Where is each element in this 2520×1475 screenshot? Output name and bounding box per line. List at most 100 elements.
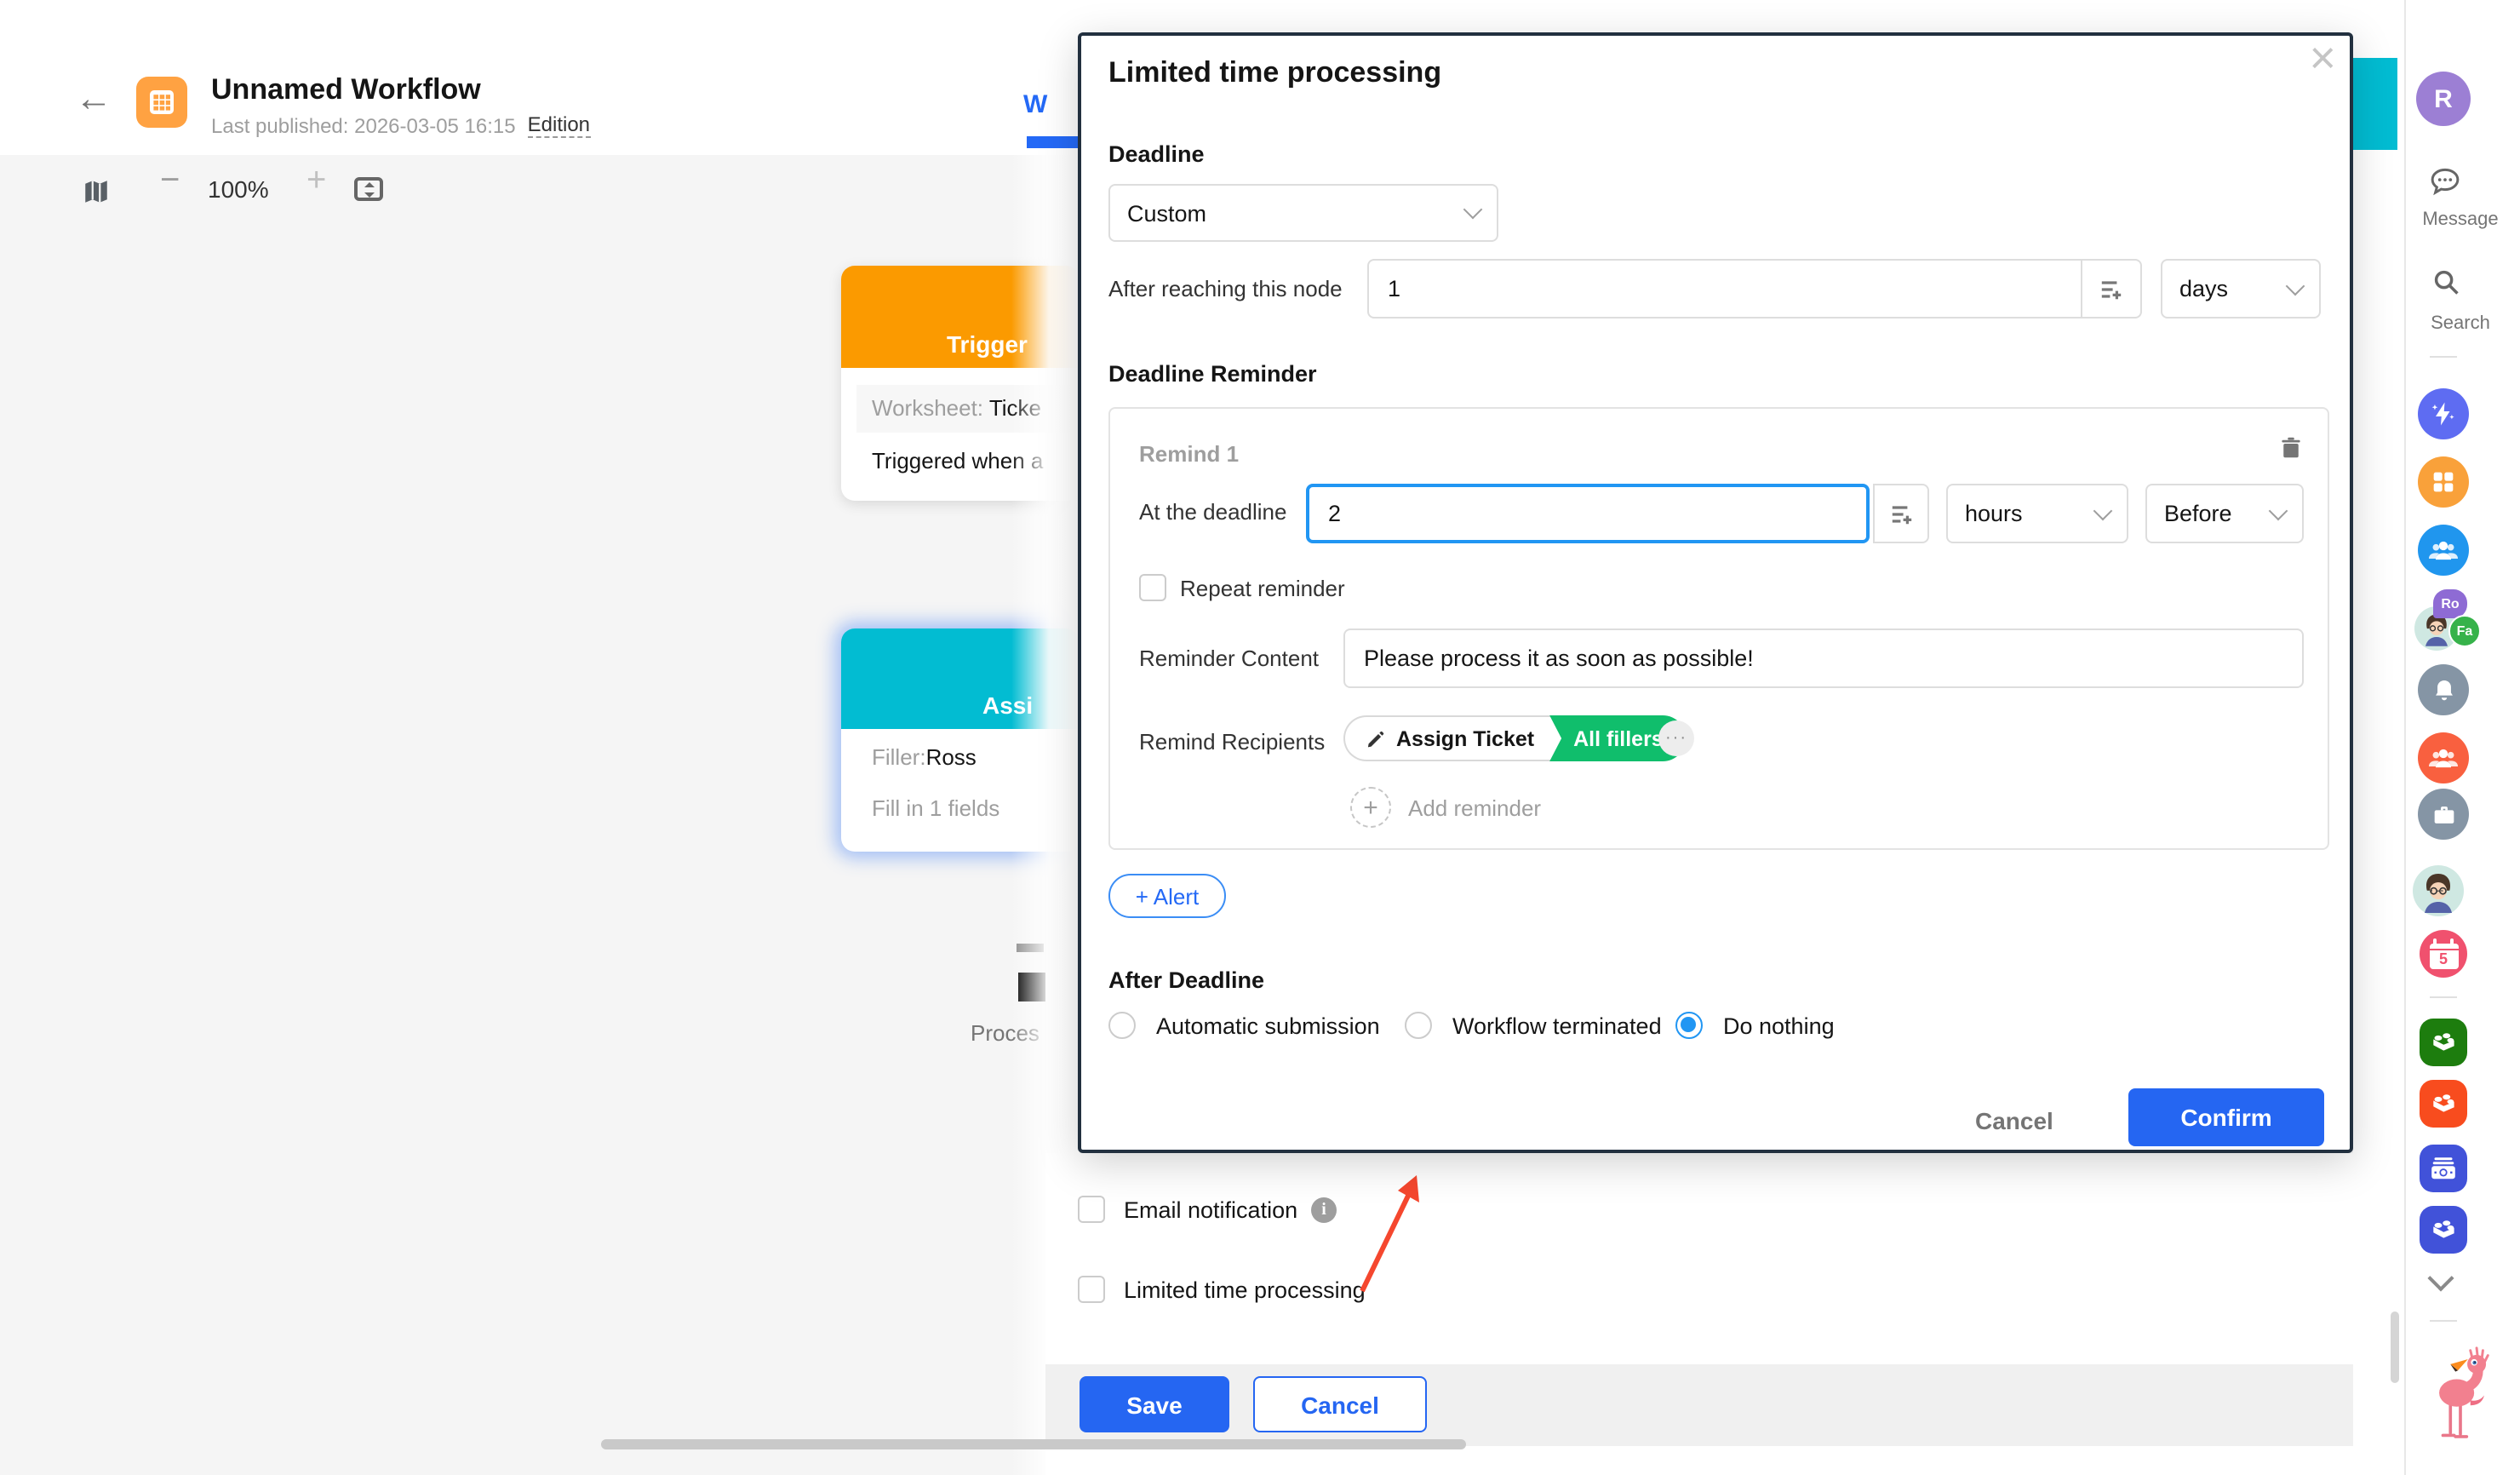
right-sidebar: R Message Search <box>2404 0 2520 1475</box>
remind-recipients-label: Remind Recipients <box>1139 729 1325 755</box>
after-deadline-heading: After Deadline <box>1108 967 1264 993</box>
grid-icon <box>146 87 177 118</box>
chevron-down-icon <box>2093 501 2113 520</box>
fit-view-icon[interactable] <box>354 177 383 201</box>
panel-footer: Save Cancel <box>1045 1364 2404 1446</box>
recipient-node-name: Assign Ticket <box>1396 726 1534 750</box>
radio-workflow-terminated-label[interactable]: Workflow terminated <box>1452 1013 1662 1039</box>
limited-time-label: Limited time processing <box>1124 1277 1366 1303</box>
filler-label: Filler: <box>872 744 926 770</box>
radio-automatic-submission-label[interactable]: Automatic submission <box>1156 1013 1380 1039</box>
deadline-field-button[interactable] <box>2082 259 2142 319</box>
profile-avatar-photo[interactable] <box>2413 865 2464 916</box>
team-avatars-cluster[interactable]: Ro Fa <box>2413 589 2481 657</box>
radio-do-nothing-label[interactable]: Do nothing <box>1723 1013 1835 1039</box>
node-settings-panel: Email notification i Limited time proces… <box>1045 1153 2404 1475</box>
remind-field-button[interactable] <box>1873 484 1929 543</box>
badge-ro: Ro <box>2433 589 2467 618</box>
confirm-button[interactable]: Confirm <box>2128 1088 2324 1146</box>
remind-row-label: At the deadline <box>1139 499 1286 525</box>
remind-group-title: Remind 1 <box>1139 441 1239 467</box>
drawer-right-sliver <box>2353 0 2404 1475</box>
modal-cancel-button[interactable]: Cancel <box>1975 1107 2053 1134</box>
back-icon[interactable]: ← <box>75 80 112 118</box>
panel-cancel-button[interactable]: Cancel <box>1253 1376 1427 1432</box>
calendar-day: 5 <box>2429 950 2458 968</box>
active-tab-underline <box>1027 136 1080 148</box>
remind-value-input[interactable] <box>1306 484 1870 543</box>
modal-title: Limited time processing <box>1108 56 1441 90</box>
message-icon[interactable] <box>2426 164 2464 208</box>
info-icon[interactable]: i <box>1311 1197 1337 1223</box>
schedule-calendar-icon[interactable]: 5 <box>2420 930 2467 978</box>
automation-app-icon[interactable] <box>2418 388 2469 439</box>
remind-unit-select[interactable]: hours <box>1946 484 2128 543</box>
finance-app-icon[interactable] <box>2420 1145 2467 1192</box>
pencil-icon <box>1366 728 1386 749</box>
repeat-reminder-checkbox[interactable] <box>1139 574 1166 601</box>
zoom-out-button[interactable]: − <box>160 162 180 201</box>
contacts-red-icon[interactable] <box>2418 732 2469 783</box>
repeat-reminder-label: Repeat reminder <box>1180 576 1345 601</box>
reminder-heading: Deadline Reminder <box>1108 361 1317 387</box>
zoom-level: 100% <box>208 175 269 203</box>
plugin-blue-icon[interactable] <box>2420 1206 2467 1254</box>
search-label: Search <box>2403 313 2518 334</box>
notifications-bell-icon[interactable] <box>2418 664 2469 715</box>
reminder-content-label: Reminder Content <box>1139 646 1319 671</box>
filler-value: Ross <box>926 744 976 770</box>
save-button[interactable]: Save <box>1080 1376 1229 1432</box>
remind-unit-value: hours <box>1965 501 2023 526</box>
zoom-in-button[interactable]: + <box>306 162 326 201</box>
search-icon[interactable] <box>2430 266 2462 307</box>
remind-direction-select[interactable]: Before <box>2145 484 2304 543</box>
minimap-icon[interactable] <box>82 177 111 215</box>
horizontal-scrollbar[interactable] <box>601 1439 1466 1449</box>
briefcase-icon[interactable] <box>2418 789 2469 840</box>
remind-direction-value: Before <box>2164 501 2232 526</box>
add-reminder-icon[interactable]: + <box>1350 787 1391 828</box>
radio-workflow-terminated[interactable] <box>1405 1012 1432 1039</box>
worksheet-label: Worksheet: <box>856 395 983 421</box>
recipient-tag[interactable]: Assign Ticket All fillers <box>1343 715 1686 761</box>
deadline-type-select[interactable]: Custom <box>1108 184 1498 242</box>
close-icon[interactable]: × <box>2309 32 2336 85</box>
add-alert-button[interactable]: + Alert <box>1108 874 1226 918</box>
limited-time-modal: × Limited time processing Deadline Custo… <box>1078 32 2353 1153</box>
deadline-row-label: After reaching this node <box>1108 276 1343 301</box>
radio-do-nothing[interactable] <box>1675 1012 1703 1039</box>
email-notification-checkbox[interactable] <box>1078 1196 1105 1223</box>
user-avatar[interactable]: R <box>2416 72 2471 126</box>
plugin-red-icon[interactable] <box>2420 1080 2467 1128</box>
deadline-type-value: Custom <box>1127 200 1206 226</box>
sidebar-divider <box>2430 996 2457 998</box>
limited-time-checkbox[interactable] <box>1078 1276 1105 1303</box>
page-title: Unnamed Workflow <box>211 73 481 107</box>
sidebar-divider <box>2430 356 2457 358</box>
hidden-header-button-fragment <box>2350 58 2397 150</box>
assign-description: Fill in 1 fields <box>872 795 999 821</box>
remind-group: Remind 1 At the deadline hours Before Re… <box>1108 407 2329 850</box>
apps-grid-icon[interactable] <box>2418 456 2469 508</box>
plugin-green-icon[interactable] <box>2420 1019 2467 1066</box>
chevron-down-icon <box>2286 276 2305 296</box>
deadline-unit-select[interactable]: days <box>2161 259 2321 319</box>
deadline-value-input[interactable] <box>1367 259 2082 319</box>
contacts-blue-icon[interactable] <box>2418 525 2469 576</box>
more-recipients-button[interactable]: ··· <box>1658 720 1694 756</box>
chevron-down-icon <box>2269 501 2288 520</box>
reminder-content-input[interactable] <box>1343 628 2304 688</box>
radio-automatic-submission[interactable] <box>1108 1012 1136 1039</box>
email-notification-label: Email notification <box>1124 1197 1297 1223</box>
tab-workflow-partial[interactable]: W <box>1023 90 1047 119</box>
edition-link[interactable]: Edition <box>528 112 590 138</box>
panel-scrollbar[interactable] <box>2391 1311 2399 1383</box>
chevron-down-icon[interactable] <box>2431 1269 2450 1288</box>
add-field-icon <box>2098 275 2125 302</box>
trash-icon[interactable] <box>2278 434 2304 470</box>
chevron-down-icon <box>1463 200 1483 220</box>
workflow-app-icon <box>136 77 187 128</box>
recipient-scope-tag: All fillers <box>1573 726 1664 750</box>
flamingo-mascot[interactable] <box>2423 1342 2498 1451</box>
add-reminder-label[interactable]: Add reminder <box>1408 795 1541 821</box>
